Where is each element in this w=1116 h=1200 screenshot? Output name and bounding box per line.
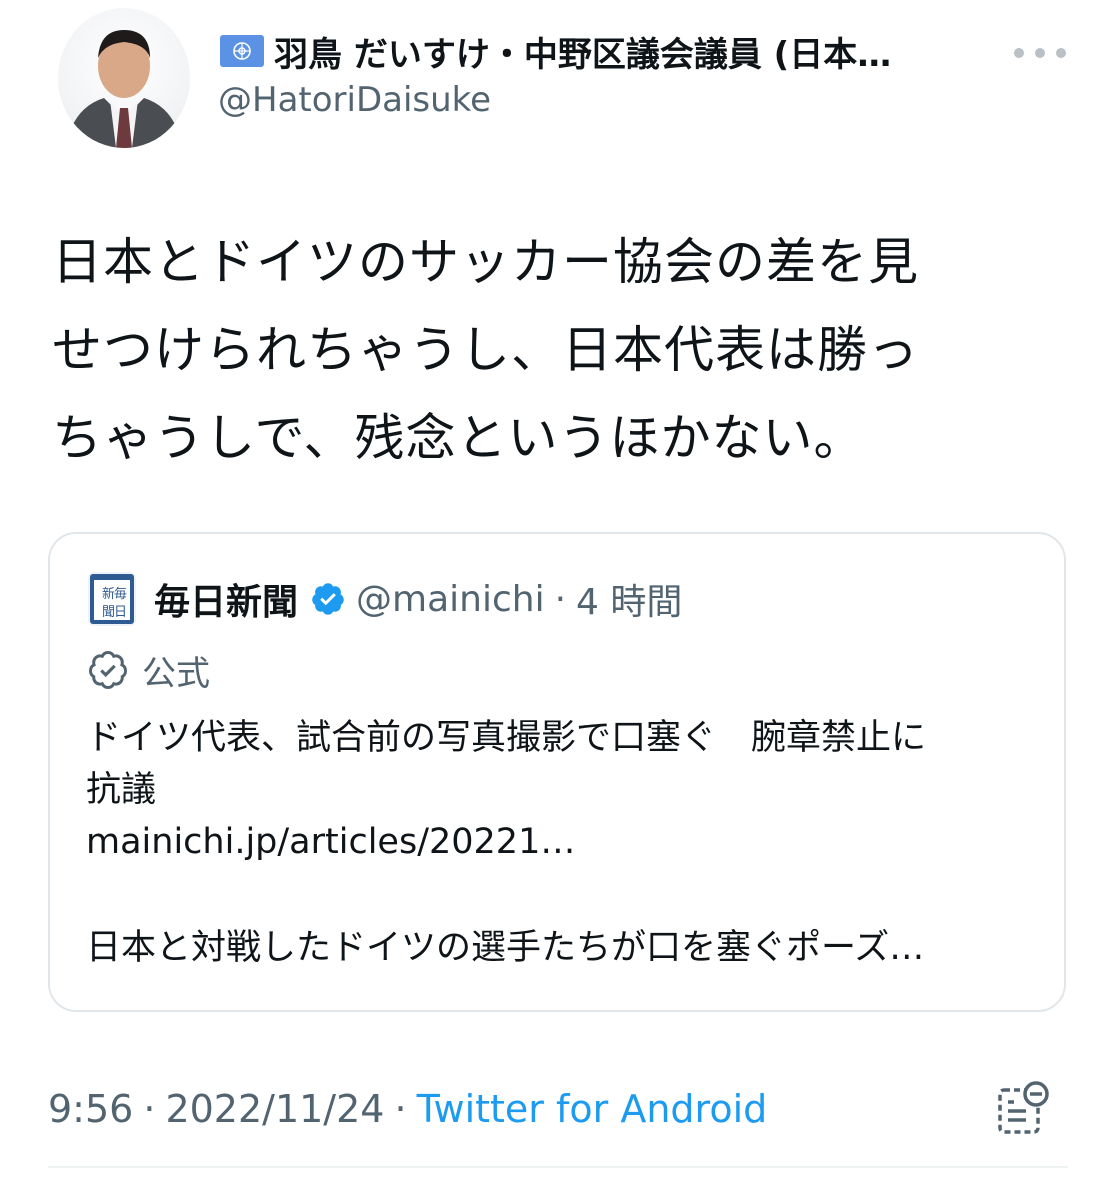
quoted-timestamp[interactable]: 4 時間	[576, 573, 682, 625]
tweet-source-link[interactable]: Twitter for Android	[417, 1087, 768, 1131]
tweet-text-line: 日本とドイツのサッカー協会の差を見	[52, 233, 919, 291]
mainichi-logo: 新 毎 聞 日	[90, 574, 134, 624]
more-dot-icon	[1056, 48, 1066, 58]
quoted-text-line: 日本と対戦したドイツの選手たちが口を塞ぐポーズ…	[86, 928, 925, 968]
quoted-link[interactable]: mainichi.jp/articles/20221…	[86, 816, 1036, 868]
quoted-handle[interactable]: @mainichi	[356, 579, 545, 620]
user-handle[interactable]: @HatoriDaisuke	[218, 80, 491, 120]
verified-badge-icon	[310, 581, 346, 617]
tweet-text-line: せつけられちゃうし、日本代表は勝っ	[52, 321, 919, 379]
divider	[48, 1166, 1068, 1168]
official-badge-icon	[88, 650, 127, 690]
quoted-blank-line	[86, 868, 1036, 922]
more-dot-icon	[1035, 48, 1045, 58]
more-options-button[interactable]	[1014, 38, 1066, 68]
more-dot-icon	[1014, 48, 1024, 58]
separator-dot: ·	[143, 1087, 156, 1131]
quoted-header: 毎日新聞 @mainichi · 4 時間	[154, 572, 682, 626]
display-name-text: 羽鳥 だいすけ・中野区議会議員 (日本…	[274, 34, 892, 75]
display-name[interactable]: 羽鳥 だいすけ・中野区議会議員 (日本…	[220, 26, 980, 76]
tweet-time[interactable]: 9:56	[48, 1087, 133, 1131]
official-label-text: 公式	[142, 653, 210, 694]
tweet-date[interactable]: 2022/11/24	[165, 1087, 384, 1131]
tweet-text: 日本とドイツのサッカー協会の差を見 せつけられちゃうし、日本代表は勝っ ちゃうし…	[52, 218, 1072, 482]
un-flag-icon	[220, 35, 264, 67]
quoted-text: ドイツ代表、試合前の写真撮影で口塞ぐ 腕章禁止に 抗議 mainichi.jp/…	[86, 712, 1036, 974]
quoted-text-line: 抗議	[86, 770, 157, 810]
analytics-icon[interactable]	[992, 1080, 1052, 1140]
quoted-tweet-card[interactable]: 新 毎 聞 日 毎日新聞 @mainichi · 4 時間 公式 ドイツ代表、試…	[48, 532, 1066, 1012]
official-label: 公式	[88, 644, 210, 696]
separator-dot: ·	[394, 1087, 407, 1131]
quoted-text-line: ドイツ代表、試合前の写真撮影で口塞ぐ 腕章禁止に	[86, 718, 927, 758]
profile-photo	[66, 30, 182, 148]
quoted-display-name[interactable]: 毎日新聞	[154, 573, 298, 625]
tweet-detail: 羽鳥 だいすけ・中野区議会議員 (日本… @HatoriDaisuke 日本とド…	[0, 0, 1116, 1200]
tweet-text-line: ちゃうしで、残念というほかない。	[52, 409, 865, 467]
quoted-avatar[interactable]: 新 毎 聞 日	[88, 572, 136, 626]
svg-text:日: 日	[114, 605, 127, 620]
separator-dot: ·	[554, 578, 567, 620]
svg-text:毎: 毎	[114, 586, 127, 602]
tweet-meta: 9:56 · 2022/11/24 · Twitter for Android	[48, 1082, 767, 1136]
avatar[interactable]	[58, 8, 190, 148]
